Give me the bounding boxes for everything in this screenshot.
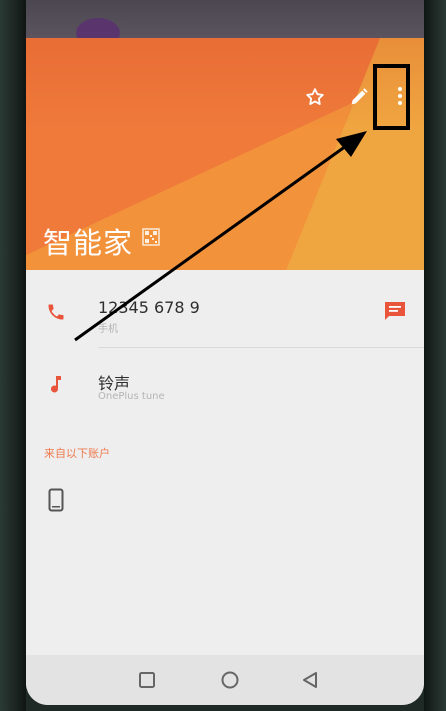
system-navigation-bar bbox=[26, 655, 424, 705]
triangle-back-icon[interactable] bbox=[301, 670, 319, 690]
ringtone-value: OnePlus tune bbox=[98, 391, 165, 402]
contact-header: 智能家 bbox=[26, 38, 424, 270]
star-outline-icon bbox=[306, 88, 324, 105]
circle-icon[interactable] bbox=[220, 670, 240, 690]
favorite-button[interactable] bbox=[302, 84, 328, 110]
phone-number: 12345 678 9 bbox=[98, 298, 200, 317]
highlight-annotation-box bbox=[373, 64, 410, 130]
phone-number-row[interactable]: 12345 678 9 手机 bbox=[26, 270, 424, 348]
music-note-icon bbox=[51, 376, 61, 393]
square-icon[interactable] bbox=[138, 671, 156, 689]
screen: 智能家 12345 678 9 手机 铃声 OnePlus tune 来自以下账… bbox=[26, 0, 424, 705]
phone-bezel-right bbox=[424, 0, 446, 711]
pencil-icon bbox=[351, 88, 368, 105]
phone-type-label: 手机 bbox=[98, 324, 118, 335]
message-icon[interactable] bbox=[383, 300, 407, 322]
accounts-section-label: 来自以下账户 bbox=[44, 447, 110, 460]
phone-device-icon bbox=[48, 488, 64, 512]
status-bar bbox=[26, 0, 424, 48]
qr-code-icon[interactable] bbox=[142, 228, 160, 246]
contact-name: 智能家 bbox=[43, 226, 134, 260]
phone-bezel-left bbox=[0, 0, 26, 711]
edit-button[interactable] bbox=[346, 84, 372, 110]
ringtone-row[interactable]: 铃声 OnePlus tune bbox=[26, 348, 424, 418]
phone-icon[interactable] bbox=[46, 302, 66, 322]
